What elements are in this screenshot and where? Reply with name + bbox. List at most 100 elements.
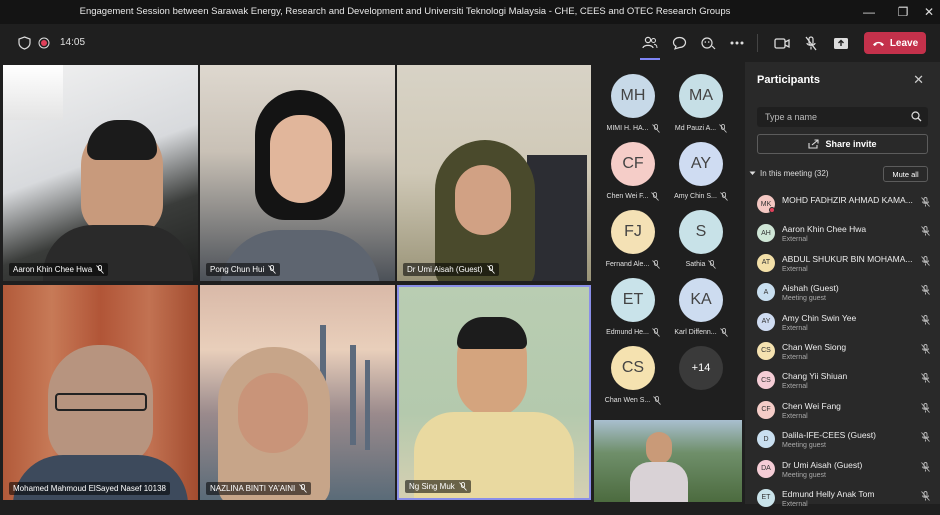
avatar-label: Fernand Ale...: [597, 260, 669, 269]
participant-name: Ng Sing Muk: [409, 482, 455, 491]
participant-list: MK MOHD FADHZIR AHMAD KAMA... AH Aaron K…: [757, 192, 932, 515]
video-tile[interactable]: Aaron Khin Chee Hwa: [3, 65, 198, 281]
avatar-label: Karl Diffenn...: [665, 328, 737, 337]
participant-name: ABDUL SHUKUR BIN MOHAMA...: [782, 253, 913, 264]
video-tile-small[interactable]: [594, 420, 742, 502]
minimize-button[interactable]: —: [858, 2, 880, 22]
maximize-button[interactable]: ❐: [892, 2, 914, 22]
avatar: AY: [679, 142, 723, 186]
window-title: Engagement Session between Sarawak Energ…: [79, 6, 731, 17]
in-meeting-section-toggle[interactable]: In this meeting (32): [749, 169, 828, 178]
video-tile-name-label: NAZLINA BINTI YA'AINI: [206, 482, 312, 495]
avatar: DA: [757, 459, 775, 478]
participant-hair: [457, 317, 527, 349]
avatar-label: Chan Wen S...: [597, 396, 669, 405]
mic-off-icon[interactable]: [921, 314, 930, 325]
participant-search-input[interactable]: Type a name: [757, 107, 928, 127]
more-options-icon[interactable]: [727, 33, 747, 53]
participant-face: [646, 432, 672, 464]
avatar-label: MIMI H. HA...: [597, 124, 669, 133]
mic-off-icon[interactable]: [921, 432, 930, 442]
background-minaret: [350, 345, 356, 445]
participant-role: External: [782, 383, 808, 391]
mic-off-icon[interactable]: [921, 490, 930, 501]
microphone-muted-icon[interactable]: [801, 33, 821, 53]
participant-row[interactable]: CS Chang Yii Shiuan External: [757, 368, 932, 397]
avatar-tile[interactable]: MH MIMI H. HA...: [597, 74, 669, 133]
mute-all-button[interactable]: Mute all: [883, 166, 928, 182]
reactions-icon[interactable]: [698, 33, 718, 53]
video-tile[interactable]: Mohamed Mahmoud ElSayed Nasef 10138: [3, 285, 198, 500]
background-logo-board: [3, 65, 63, 120]
avatar-tile[interactable]: AY Amy Chin S...: [665, 142, 737, 201]
participant-role: External: [782, 265, 808, 273]
participant-row[interactable]: D Dalila-IFE-CEES (Guest) Meeting guest: [757, 427, 932, 456]
participants-icon[interactable]: [640, 33, 660, 53]
avatar-tile[interactable]: CF Chen Wei F...: [597, 142, 669, 201]
participant-name: Aaron Khin Chee Hwa: [13, 265, 93, 274]
video-tile-active-speaker[interactable]: Ng Sing Muk: [397, 285, 591, 500]
leave-button[interactable]: Leave: [864, 32, 926, 54]
mic-off-icon[interactable]: [921, 197, 930, 207]
more-participants-tile[interactable]: +14: [665, 346, 737, 390]
avatar-name: Karl Diffenn...: [674, 329, 717, 336]
avatar: AH: [757, 224, 775, 243]
avatar-tile[interactable]: MA Md Pauzi A...: [665, 74, 737, 133]
mic-off-icon: [651, 192, 660, 201]
mic-off-icon: [653, 396, 662, 405]
camera-icon[interactable]: [772, 33, 792, 53]
participant-name: Mohamed Mahmoud ElSayed Nasef 10138: [13, 484, 166, 493]
participant-row[interactable]: AH Aaron Khin Chee Hwa External: [757, 221, 932, 250]
participant-row[interactable]: AY Amy Chin Swin Yee External: [757, 310, 932, 339]
shield-icon[interactable]: [14, 33, 34, 53]
avatar-tile[interactable]: ET Edmund He...: [597, 278, 669, 337]
participant-glasses: [55, 393, 147, 411]
avatar: CS: [757, 371, 775, 390]
mic-off-icon[interactable]: [921, 461, 930, 472]
participant-role: Meeting guest: [782, 295, 826, 303]
avatar-tile[interactable]: CS Chan Wen S...: [597, 346, 669, 405]
participant-row[interactable]: AT ABDUL SHUKUR BIN MOHAMA... External: [757, 251, 932, 280]
meeting-toolbar: 14:05 Leave: [0, 24, 940, 62]
mic-off-icon: [458, 482, 467, 491]
mic-off-icon[interactable]: [921, 255, 930, 266]
share-screen-icon[interactable]: [831, 33, 851, 53]
avatar: CF: [611, 142, 655, 186]
avatar: KA: [679, 278, 723, 322]
mic-off-icon[interactable]: [921, 373, 930, 384]
chat-icon[interactable]: [669, 33, 689, 53]
avatar-tile[interactable]: S Sathia: [665, 210, 737, 269]
close-window-button[interactable]: ✕: [918, 2, 940, 22]
participant-name: MOHD FADHZIR AHMAD KAMA...: [782, 195, 913, 205]
mic-off-icon[interactable]: [921, 226, 930, 237]
presence-busy-icon: [769, 207, 775, 213]
avatar-name: Amy Chin S...: [674, 193, 717, 200]
mic-off-icon[interactable]: [921, 402, 930, 413]
video-tile[interactable]: Dr Umi Aisah (Guest): [397, 65, 591, 281]
mic-off-icon: [652, 328, 660, 337]
avatar-name: Md Pauzi A...: [674, 125, 717, 132]
participant-row[interactable]: DA Dr Umi Aisah (Guest) Meeting guest: [757, 457, 932, 486]
participant-name: Aaron Khin Chee Hwa: [782, 224, 867, 235]
video-tile[interactable]: NAZLINA BINTI YA'AINI: [200, 285, 395, 500]
avatar-name: Fernand Ale...: [605, 261, 650, 268]
participant-row[interactable]: CS Chan Wen Siong External: [757, 339, 932, 368]
mic-off-icon[interactable]: [921, 344, 930, 354]
participant-name: Chen Wei Fang: [782, 400, 841, 411]
participant-row[interactable]: MK MOHD FADHZIR AHMAD KAMA...: [757, 192, 932, 221]
share-invite-button[interactable]: Share invite: [757, 134, 928, 154]
participant-avatar-grid: MH MIMI H. HA... MA Md Pauzi A... CF Che…: [593, 64, 744, 414]
participant-name: Pong Chun Hui: [210, 265, 265, 274]
mic-off-icon: [651, 124, 660, 133]
participant-name: Chan Wen Siong: [782, 341, 847, 352]
avatar-tile[interactable]: KA Karl Diffenn...: [665, 278, 737, 337]
mic-off-icon[interactable]: [921, 285, 930, 295]
close-panel-icon[interactable]: ✕: [913, 72, 924, 88]
participant-row[interactable]: A Aishah (Guest) Meeting guest: [757, 280, 932, 309]
avatar: MA: [679, 74, 723, 118]
participant-row[interactable]: ET Edmund Helly Anak Tom External: [757, 486, 932, 515]
avatar-tile[interactable]: FJ Fernand Ale...: [597, 210, 669, 269]
participant-row[interactable]: CF Chen Wei Fang External: [757, 398, 932, 427]
video-tile[interactable]: Pong Chun Hui: [200, 65, 395, 281]
avatar: D: [757, 430, 775, 449]
